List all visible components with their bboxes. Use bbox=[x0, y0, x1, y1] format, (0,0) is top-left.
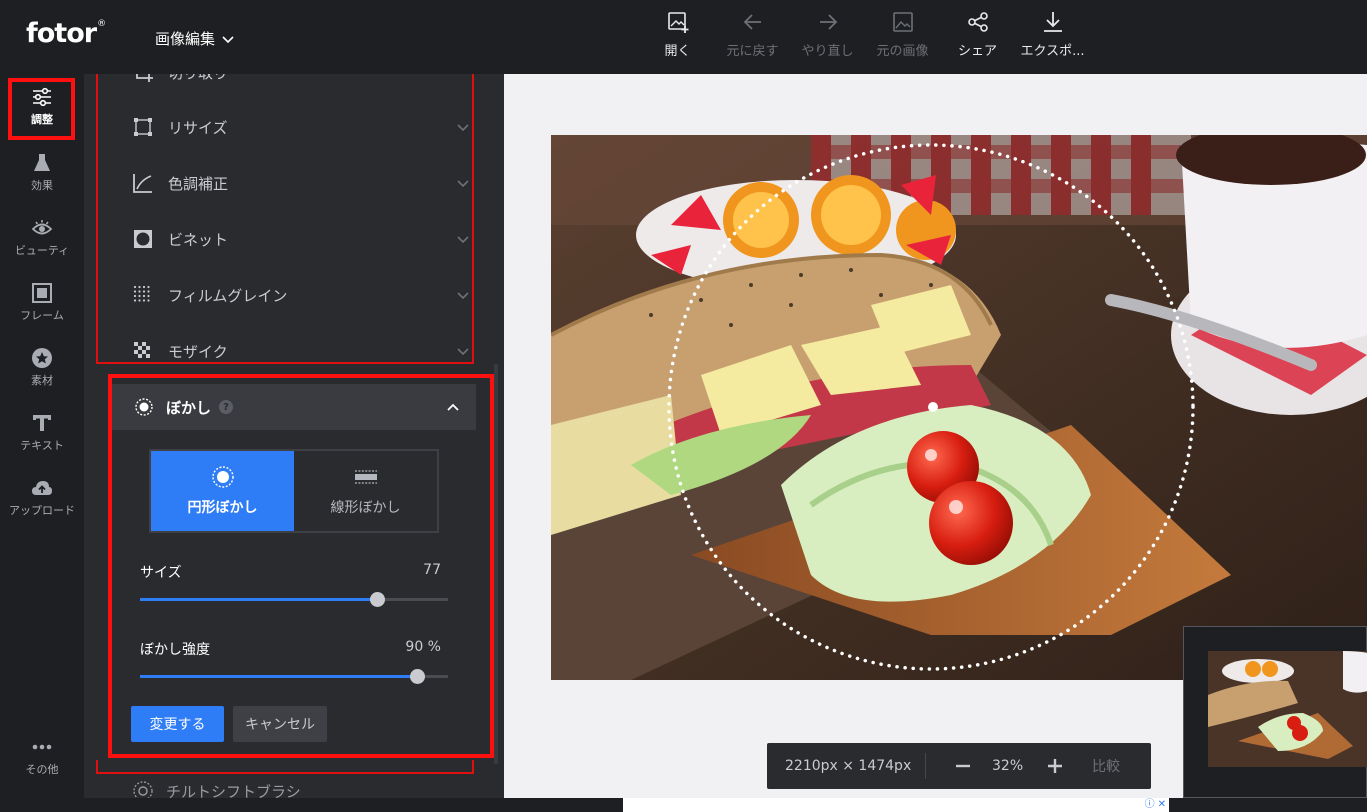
open-button[interactable]: 開く bbox=[640, 10, 715, 59]
image-dimensions: 2210px × 1474px bbox=[785, 758, 912, 774]
flask-icon bbox=[34, 154, 50, 171]
panel-scrollbar[interactable] bbox=[494, 364, 498, 764]
frame-icon bbox=[32, 283, 52, 303]
annotation-highlight bbox=[96, 74, 474, 364]
adjust-panel: 切り取り リサイズ 色調補正 ビネット フィルムグレイン モザイク ぼかし ? bbox=[84, 74, 504, 812]
annotation-highlight bbox=[96, 760, 474, 774]
annotation-highlight bbox=[108, 374, 494, 758]
more-dots-icon bbox=[32, 744, 52, 750]
redo-button[interactable]: やり直し bbox=[790, 10, 865, 59]
star-badge-icon bbox=[32, 348, 52, 368]
thumbnail-preview bbox=[1208, 651, 1367, 767]
close-icon[interactable]: ✕ bbox=[1158, 799, 1166, 811]
arrow-right-icon bbox=[819, 14, 837, 30]
compare-button[interactable]: 比較 bbox=[1092, 756, 1120, 776]
text-icon bbox=[33, 415, 51, 431]
arrow-left-icon bbox=[743, 14, 761, 30]
zoom-in-icon[interactable] bbox=[1044, 755, 1066, 777]
zoom-level: 32% bbox=[992, 758, 1024, 774]
image-icon bbox=[892, 12, 913, 32]
rail-item-frame[interactable]: フレーム bbox=[0, 282, 84, 323]
rail-item-upload[interactable]: アップロード bbox=[0, 477, 84, 518]
info-icon[interactable]: ⓘ bbox=[1145, 799, 1155, 811]
left-rail: 調整 効果 ビューティ フレーム 素材 テキスト アップロード その他 bbox=[0, 74, 84, 812]
annotation-highlight bbox=[8, 78, 75, 140]
rail-item-more[interactable]: その他 bbox=[0, 736, 84, 777]
zoom-out-icon[interactable] bbox=[952, 755, 974, 777]
navigator-thumbnail[interactable] bbox=[1183, 626, 1367, 798]
rail-item-beauty[interactable]: ビューティ bbox=[0, 217, 84, 258]
divider bbox=[925, 753, 926, 779]
original-image-button[interactable]: 元の画像 bbox=[865, 10, 940, 59]
mode-label: 画像編集 bbox=[155, 30, 216, 48]
zoom-bar: 2210px × 1474px 32% 比較 bbox=[767, 743, 1151, 789]
edited-photo[interactable] bbox=[551, 135, 1367, 680]
share-button[interactable]: シェア bbox=[940, 10, 1015, 59]
eye-icon bbox=[31, 220, 53, 235]
cloud-upload-icon bbox=[32, 481, 52, 495]
rail-item-elements[interactable]: 素材 bbox=[0, 347, 84, 388]
share-icon bbox=[967, 12, 988, 32]
rail-item-text[interactable]: テキスト bbox=[0, 412, 84, 453]
download-icon bbox=[1043, 12, 1062, 32]
top-bar: fotor® 画像編集 開く 元に戻す やり直し 元の画像 シェア エクスポ..… bbox=[0, 0, 1367, 74]
undo-button[interactable]: 元に戻す bbox=[715, 10, 790, 59]
fotor-logo[interactable]: fotor® bbox=[26, 18, 106, 49]
image-add-icon bbox=[667, 12, 688, 33]
rail-item-effects[interactable]: 効果 bbox=[0, 152, 84, 193]
mode-dropdown[interactable]: 画像編集 bbox=[155, 28, 235, 49]
ad-banner[interactable]: ⓘ ✕ bbox=[623, 798, 1169, 812]
chevron-down-icon bbox=[222, 35, 234, 43]
main-toolbar: 開く 元に戻す やり直し 元の画像 シェア エクスポ... bbox=[640, 10, 1090, 59]
ad-controls: ⓘ ✕ bbox=[1145, 799, 1166, 811]
editor-canvas[interactable]: 2210px × 1474px 32% 比較 bbox=[504, 74, 1367, 798]
export-button[interactable]: エクスポ... bbox=[1015, 10, 1090, 59]
